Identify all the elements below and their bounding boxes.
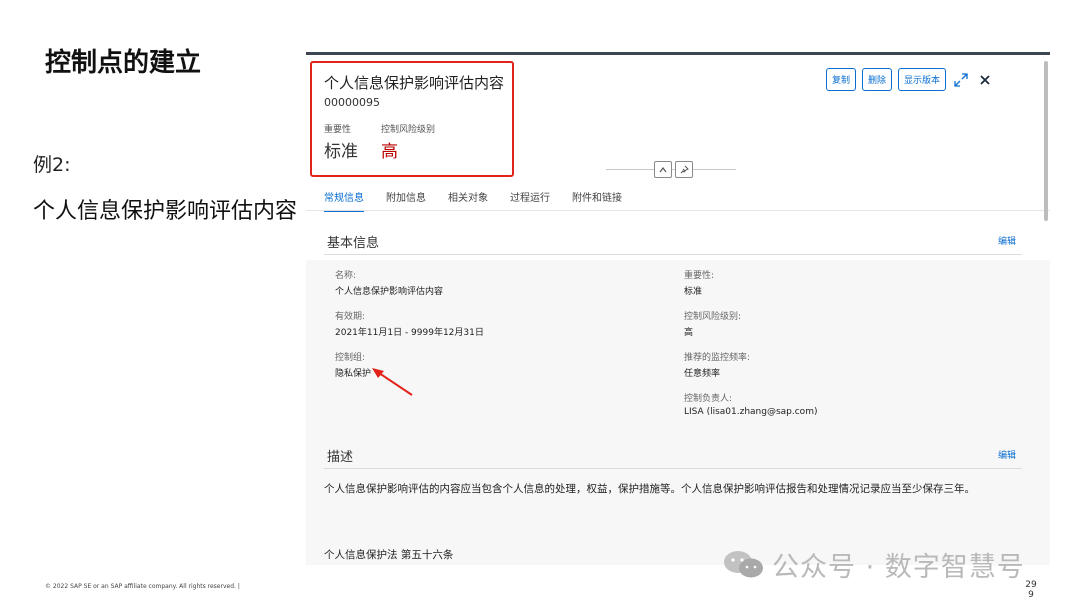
tab-related-objects[interactable]: 相关对象 <box>448 189 488 212</box>
validity-label: 有效期: <box>335 312 366 322</box>
tab-general[interactable]: 常规信息 <box>324 189 364 212</box>
object-title: 个人信息保护影响评估内容 <box>324 74 505 92</box>
chevron-up-icon[interactable] <box>654 161 672 178</box>
frequency-label: 推荐的监控频率: <box>684 353 751 363</box>
delete-button[interactable]: 删除 <box>862 68 893 91</box>
basic-info-edit-link[interactable]: 编辑 <box>998 234 1016 247</box>
risk-value: 高 <box>381 142 398 162</box>
basic-info-title: 基本信息 <box>327 236 380 251</box>
page-number: 29 9 <box>1025 580 1037 600</box>
description-text: 个人信息保护影响评估的内容应当包含个人信息的处理，权益，保护措施等。个人信息保护… <box>324 483 975 495</box>
sap-control-object-page: 个人信息保护影响评估内容 00000095 重要性 控制风险级别 标准 高 复制… <box>306 52 1050 565</box>
tab-additional[interactable]: 附加信息 <box>386 189 426 212</box>
copyright-text: © 2022 SAP SE or an SAP affiliate compan… <box>45 583 240 590</box>
description-title: 描述 <box>327 450 354 465</box>
object-id: 00000095 <box>324 96 380 109</box>
risk-field-label: 控制风险级别: <box>684 312 742 322</box>
tab-attachments[interactable]: 附件和链接 <box>572 189 622 212</box>
tab-bar: 常规信息 附加信息 相关对象 过程运行 附件和链接 <box>324 189 622 212</box>
importance-field-label: 重要性: <box>684 271 715 281</box>
pin-icon[interactable] <box>675 161 693 178</box>
object-header: 个人信息保护影响评估内容 00000095 重要性 控制风险级别 标准 高 复制… <box>306 55 1050 260</box>
close-icon[interactable] <box>976 71 994 89</box>
wechat-icon <box>724 550 763 577</box>
importance-field-value: 标准 <box>684 287 703 297</box>
importance-label: 重要性 <box>324 125 352 135</box>
validity-value: 2021年11月1日 - 9999年12月31日 <box>335 328 484 338</box>
watermark: 公众号 · 数字智慧号 <box>722 545 1025 584</box>
annotation-arrow-icon <box>372 368 413 396</box>
scrollbar[interactable] <box>1044 61 1048 221</box>
show-version-button[interactable]: 显示版本 <box>898 68 947 91</box>
importance-value: 标准 <box>324 142 358 162</box>
control-group-value: 隐私保护 <box>335 369 372 379</box>
law-reference: 个人信息保护法 第五十六条 <box>324 549 454 561</box>
frequency-value: 任意频率 <box>684 369 721 379</box>
example-subtitle: 个人信息保护影响评估内容 <box>33 199 298 224</box>
name-value: 个人信息保护影响评估内容 <box>335 287 444 297</box>
header-actions: 复制 删除 显示版本 <box>826 68 994 91</box>
copy-button[interactable]: 复制 <box>826 68 857 91</box>
owner-value[interactable]: LISA (lisa01.zhang@sap.com) <box>684 407 817 417</box>
name-label: 名称: <box>335 271 357 281</box>
slide-title: 控制点的建立 <box>45 48 202 78</box>
tab-process-runs[interactable]: 过程运行 <box>510 189 550 212</box>
expand-icon[interactable] <box>952 71 970 89</box>
risk-field-value: 高 <box>684 328 694 338</box>
description-edit-link[interactable]: 编辑 <box>998 448 1016 461</box>
control-group-label: 控制组: <box>335 353 366 363</box>
watermark-text: 公众号 · 数字智慧号 <box>772 552 1025 583</box>
risk-label: 控制风险级别 <box>381 125 436 135</box>
header-collapse-bar <box>606 161 736 178</box>
owner-label: 控制负责人: <box>684 394 733 404</box>
example-label: 例2: <box>33 154 71 176</box>
